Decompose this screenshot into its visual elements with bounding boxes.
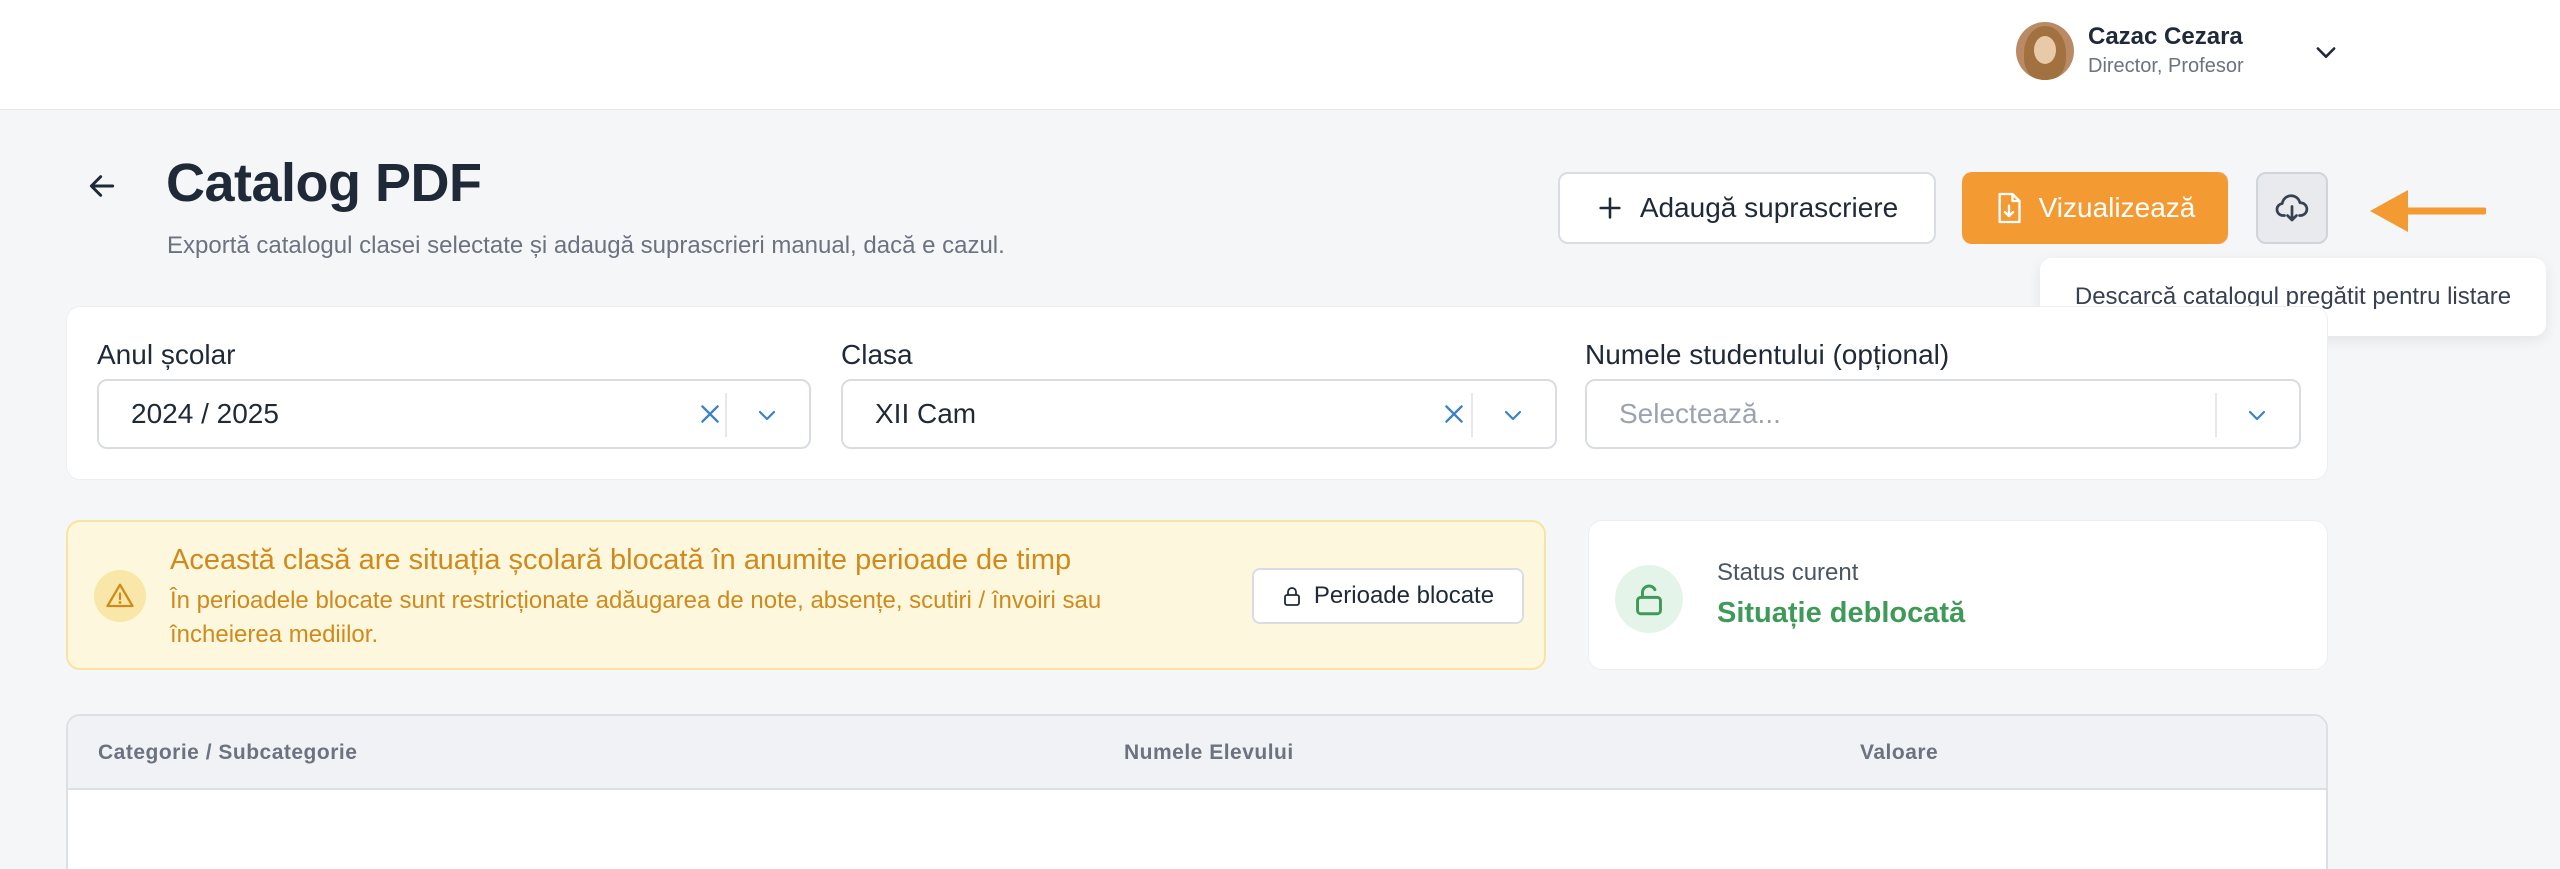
overrides-table: Categorie / Subcategorie Numele Elevului… [66,714,2328,869]
locked-periods-label: Perioade blocate [1313,582,1495,609]
class-label: Clasa [841,339,913,370]
cloud-download-icon [2275,194,2309,222]
avatar [2016,22,2074,80]
top-bar: Cazac Cezara Director, Profesor [0,0,2560,110]
student-placeholder: Selectează... [1619,398,1781,429]
student-label: Numele studentului (opțional) [1585,339,1950,370]
page-subtitle: Exportă catalogul clasei selectate și ad… [167,232,1005,259]
chevron-down-icon[interactable] [1501,403,1525,427]
student-select[interactable]: Selectează... [1585,379,2301,449]
status-label: Status curent [1717,559,1859,586]
annotation-arrow-icon [2370,190,2486,232]
column-header[interactable]: Valoare [1860,716,1938,790]
column-header[interactable]: Categorie / Subcategorie [98,716,357,790]
preview-button[interactable]: Vizualizează [1962,172,2228,244]
alert-title: Această clasă are situația școlară bloca… [170,544,1072,576]
chevron-down-icon[interactable] [2245,403,2269,427]
year-label: Anul școlar [97,339,236,370]
file-download-icon [1998,192,2021,224]
status-card: Status curent Situație deblocată [1588,520,2328,670]
unlock-icon [1615,565,1683,633]
plus-icon [1599,197,1621,219]
alert-text: În perioadele blocate sunt restricționat… [170,587,1102,648]
back-arrow-icon[interactable] [86,170,118,202]
add-override-label: Adaugă suprascriere [1639,192,1899,223]
status-value: Situație deblocată [1717,597,1966,629]
user-name: Cazac Cezara [2088,23,2243,50]
chevron-down-icon[interactable] [755,403,779,427]
page-title: Catalog PDF [166,153,482,213]
user-menu[interactable]: Cazac Cezara Director, Profesor [2016,22,2244,80]
year-select[interactable]: 2024 / 2025 [97,379,811,449]
filters-card: Anul școlar 2024 / 2025 Clasa XII Cam Nu… [66,306,2328,480]
clear-icon[interactable] [1441,401,1467,427]
warning-icon [94,570,146,622]
user-role: Director, Profesor [2088,55,2244,77]
class-select[interactable]: XII Cam [841,379,1557,449]
locked-periods-button[interactable]: Perioade blocate [1252,568,1524,624]
download-button[interactable] [2256,172,2328,244]
table-header: Categorie / Subcategorie Numele Elevului… [68,716,2326,790]
lock-icon [1284,587,1300,606]
column-header[interactable]: Numele Elevului [1124,716,1294,790]
chevron-down-icon[interactable] [2312,38,2340,66]
add-override-button[interactable]: Adaugă suprascriere [1558,172,1936,244]
year-value: 2024 / 2025 [131,398,279,429]
class-value: XII Cam [875,398,977,429]
locked-periods-alert: Această clasă are situația școlară bloca… [66,520,1546,670]
clear-icon[interactable] [697,401,723,427]
preview-label: Vizualizează [2038,192,2196,223]
